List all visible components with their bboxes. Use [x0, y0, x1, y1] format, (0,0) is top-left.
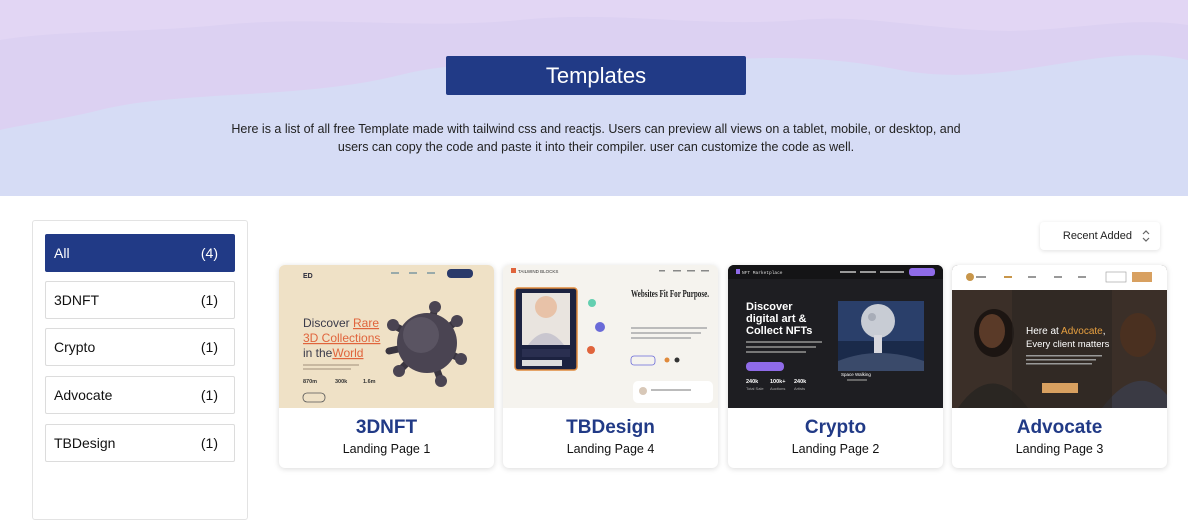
- template-preview-image: NFT Marketplace Discover digital art & C…: [728, 265, 943, 408]
- template-preview-image: Here at Advocate, Every client matters: [952, 265, 1167, 408]
- template-card-crypto[interactable]: NFT Marketplace Discover digital art & C…: [728, 265, 943, 468]
- category-label: Crypto: [54, 339, 96, 355]
- thumb-stat-label: Total Sale: [746, 386, 764, 391]
- thumb-logo: ED: [303, 273, 313, 280]
- thumb-brand: NFT Marketplace: [742, 270, 783, 276]
- template-title: TBDesign: [566, 417, 655, 438]
- category-label: 3DNFT: [54, 292, 100, 308]
- chevron-up-down-icon: [1142, 230, 1150, 242]
- category-count: (1): [200, 435, 218, 451]
- page-description: Here is a list of all free Template made…: [231, 122, 961, 154]
- thumb-stat: 1.6m: [363, 379, 376, 385]
- category-count: (4): [200, 245, 218, 261]
- thumb-headline: Here at: [1026, 326, 1061, 337]
- template-subtitle: Landing Page 2: [791, 442, 880, 456]
- template-title: 3DNFT: [355, 417, 418, 438]
- category-count: (1): [200, 292, 218, 308]
- category-count: (1): [200, 339, 218, 355]
- template-subtitle: Landing Page 3: [1015, 442, 1104, 456]
- thumb-stat-label: Artists: [794, 386, 805, 391]
- thumb-stat: 300k: [335, 379, 348, 385]
- category-tbdesign[interactable]: TBDesign (1): [45, 424, 235, 462]
- template-preview-image: ED Discover Rare 3D Collections in theWo…: [279, 265, 494, 408]
- thumb-stat: 240k: [794, 379, 807, 385]
- svg-text:Here at Advocate,: Here at Advocate,: [1026, 326, 1106, 337]
- thumb-stat: 100k+: [770, 379, 785, 385]
- thumb-art-caption: Space Walking: [841, 372, 871, 377]
- svg-text:Discover Rare: Discover Rare: [303, 316, 379, 330]
- category-count: (1): [200, 387, 218, 403]
- thumb-headline: Websites Fit For Purpose.: [631, 288, 709, 300]
- thumb-stat-label: Auctions: [770, 386, 785, 391]
- thumb-stat: 240k: [746, 379, 759, 385]
- category-label: Advocate: [54, 387, 113, 403]
- thumb-headline: Discover digital art & Collect NFTs: [746, 301, 812, 337]
- category-3dnft[interactable]: 3DNFT (1): [45, 281, 235, 319]
- thumb-stat: 870m: [303, 379, 317, 385]
- template-subtitle: Landing Page 1: [342, 442, 431, 456]
- category-sidebar: All (4) 3DNFT (1) Crypto (1) Advocate (1…: [32, 220, 248, 520]
- template-title: Crypto: [804, 417, 867, 438]
- sort-select[interactable]: Recent Added: [1040, 222, 1160, 250]
- thumb-brand: TAILWIND BLOCKS: [518, 269, 558, 274]
- thumb-headline-accent: Rare: [353, 316, 379, 330]
- sort-label: Recent Added: [1062, 230, 1132, 242]
- thumb-headline: Discover: [303, 316, 353, 330]
- hero-banner: Templates Here is a list of all free Tem…: [0, 0, 1188, 196]
- thumb-headline-accent: World: [332, 346, 363, 360]
- thumb-headline: in the: [303, 346, 333, 360]
- svg-text:in theWorld: in theWorld: [303, 346, 363, 360]
- category-label: TBDesign: [54, 435, 116, 451]
- category-label: All: [54, 245, 70, 261]
- thumb-headline-accent: Advocate: [1061, 326, 1103, 337]
- template-card-advocate[interactable]: Here at Advocate, Every client matters A…: [952, 265, 1167, 468]
- thumb-headline-accent: 3D Collections: [303, 331, 380, 345]
- template-card-tbdesign[interactable]: TAILWIND BLOCKS Websites Fit For Purpose…: [503, 265, 718, 468]
- hero-wave-background: [0, 0, 1188, 130]
- category-advocate[interactable]: Advocate (1): [45, 376, 235, 414]
- template-subtitle: Landing Page 4: [566, 442, 655, 456]
- thumb-headline: Every client matters: [1026, 339, 1110, 350]
- category-crypto[interactable]: Crypto (1): [45, 328, 235, 366]
- page-title: Templates: [446, 56, 746, 95]
- template-card-3dnft[interactable]: ED Discover Rare 3D Collections in theWo…: [279, 265, 494, 468]
- category-all[interactable]: All (4): [45, 234, 235, 272]
- template-title: Advocate: [1016, 417, 1103, 438]
- template-preview-image: TAILWIND BLOCKS Websites Fit For Purpose…: [503, 265, 718, 408]
